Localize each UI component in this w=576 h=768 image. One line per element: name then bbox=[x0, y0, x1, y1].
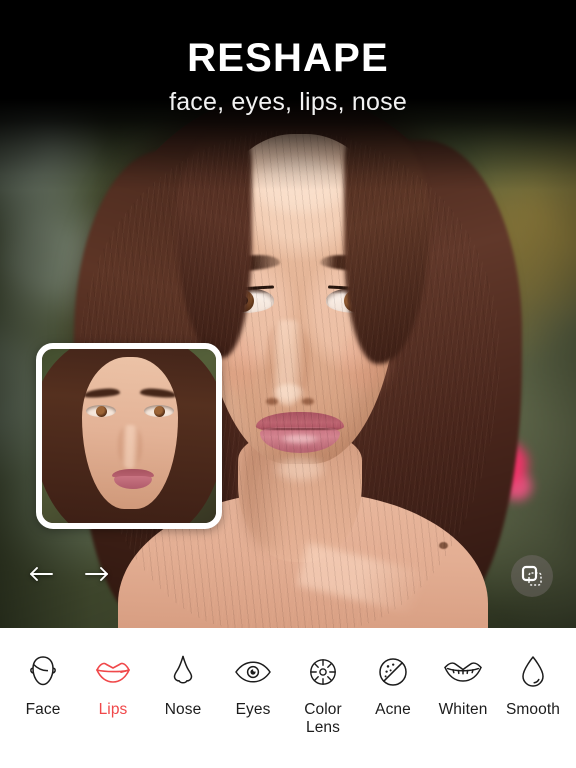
thumbnail-iris-right bbox=[154, 406, 165, 417]
tool-label: Color Lens bbox=[304, 701, 342, 736]
undo-button[interactable] bbox=[26, 561, 56, 587]
face-icon bbox=[19, 654, 67, 690]
lips-icon bbox=[89, 654, 137, 690]
tool-smooth[interactable]: Smooth bbox=[498, 654, 568, 719]
tool-lips[interactable]: Lips bbox=[78, 654, 148, 719]
smooth-icon bbox=[509, 654, 557, 690]
tool-label: Whiten bbox=[438, 701, 488, 718]
color-lens-icon bbox=[299, 654, 347, 690]
redo-button[interactable] bbox=[82, 561, 112, 587]
thumbnail-nose bbox=[118, 425, 142, 469]
tool-whiten[interactable]: Whiten bbox=[428, 654, 498, 719]
tool-nose[interactable]: Nose bbox=[148, 654, 218, 719]
history-controls bbox=[26, 561, 112, 587]
tool-face[interactable]: Face bbox=[8, 654, 78, 719]
tool-label: Acne bbox=[375, 701, 411, 718]
compare-button[interactable] bbox=[511, 555, 553, 597]
tool-eyes[interactable]: Eyes bbox=[218, 654, 288, 719]
thumbnail-lips bbox=[112, 469, 154, 489]
tool-acne[interactable]: Acne bbox=[358, 654, 428, 719]
edit-tools-toolbar: Face Lips Nose Eyes Color Lens Acne Whit… bbox=[0, 628, 576, 768]
acne-icon bbox=[369, 654, 417, 690]
tool-label: Smooth bbox=[505, 701, 561, 718]
photo-canvas[interactable] bbox=[0, 0, 576, 628]
tool-color-lens[interactable]: Color Lens bbox=[288, 654, 358, 737]
tool-label: Eyes bbox=[235, 701, 271, 718]
thumbnail-lower-lip bbox=[114, 476, 152, 489]
eye-icon bbox=[229, 654, 277, 690]
tool-label: Face bbox=[25, 701, 61, 718]
thumbnail-image bbox=[42, 349, 216, 523]
before-preview-thumbnail[interactable] bbox=[36, 343, 222, 529]
tool-label: Lips bbox=[98, 701, 128, 718]
tool-label: Nose bbox=[164, 701, 202, 718]
app-root: RESHAPE face, eyes, lips, nose Face Lips… bbox=[0, 0, 576, 768]
thumbnail-iris-left bbox=[96, 406, 107, 417]
compare-icon bbox=[521, 565, 542, 586]
whiten-icon bbox=[439, 654, 487, 690]
nose-icon bbox=[159, 654, 207, 690]
